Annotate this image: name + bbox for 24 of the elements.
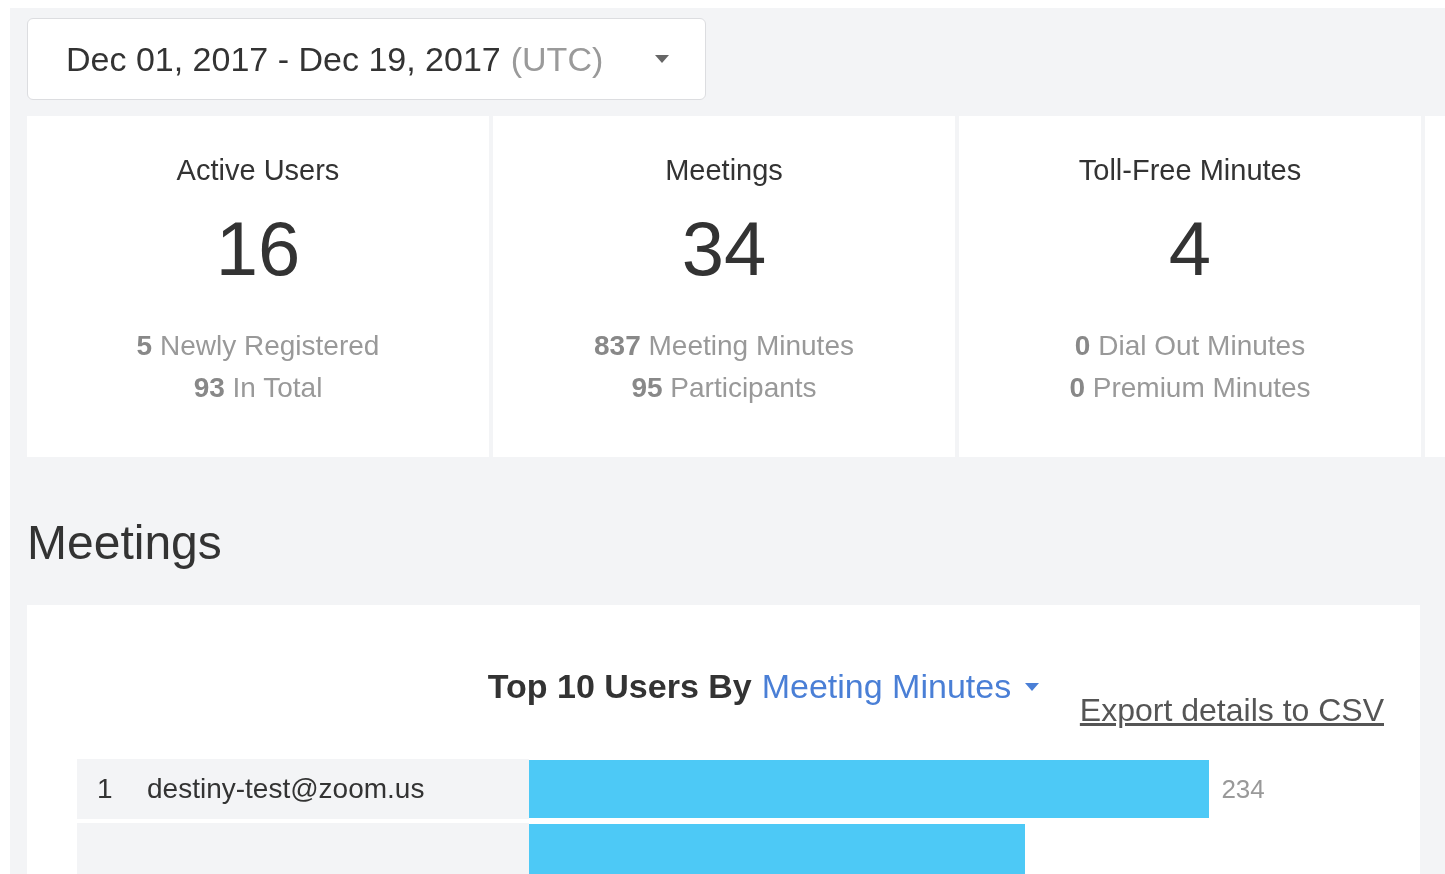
user-name: destiny-test@zoom.us (147, 773, 426, 805)
caret-icon (655, 55, 669, 63)
stat-value: 16 (215, 211, 301, 287)
metric-dropdown[interactable]: Meeting Minutes (761, 667, 1040, 706)
stat-title: Active Users (176, 154, 340, 187)
bar-value: 234 (1221, 773, 1265, 805)
chart-title: Top 10 Users By (487, 667, 752, 706)
stat-detail: 0 Premium Minutes (1069, 371, 1311, 405)
stat-detail: 0 Dial Out Minutes (1074, 329, 1306, 363)
stat-title: Meetings (665, 154, 783, 187)
stat-value: 34 (681, 211, 767, 287)
section-title: Meetings (27, 519, 223, 567)
stat-value: 4 (1168, 211, 1212, 287)
date-range: Dec 01, 2017 - Dec 19, 2017 (66, 39, 501, 79)
stat-detail: 95 Participants (631, 371, 817, 405)
date-range-picker[interactable]: Dec 01, 2017 - Dec 19, 2017 (UTC) (27, 18, 706, 100)
caret-icon (1025, 682, 1040, 691)
stat-detail: 93 In Total (193, 371, 323, 405)
stat-detail: 837 Meeting Minutes (594, 329, 854, 363)
export-link[interactable]: Export details to CSV (1079, 692, 1384, 729)
stat-title: Toll-Free Minutes (1078, 154, 1302, 187)
rank: 1 (96, 773, 114, 805)
stat-detail: 5 Newly Registered (136, 329, 380, 363)
timezone: (UTC) (510, 39, 604, 79)
